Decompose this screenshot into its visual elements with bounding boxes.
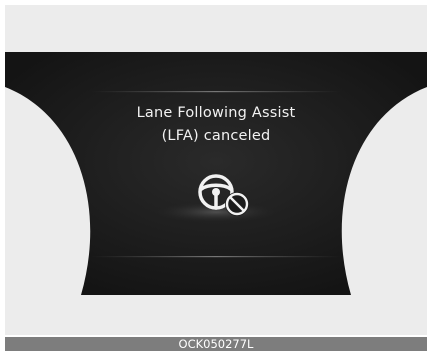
figure-code: OCK050277L — [178, 337, 254, 351]
figure-caption-bar: OCK050277L — [5, 337, 427, 351]
steering-wheel-cancel-icon — [198, 174, 249, 216]
message-title: Lane Following Assist — [136, 105, 296, 121]
message-subtitle: (LFA) canceled — [161, 128, 271, 144]
illustration-frame: Lane Following Assist (LFA) canceled — [5, 5, 427, 335]
